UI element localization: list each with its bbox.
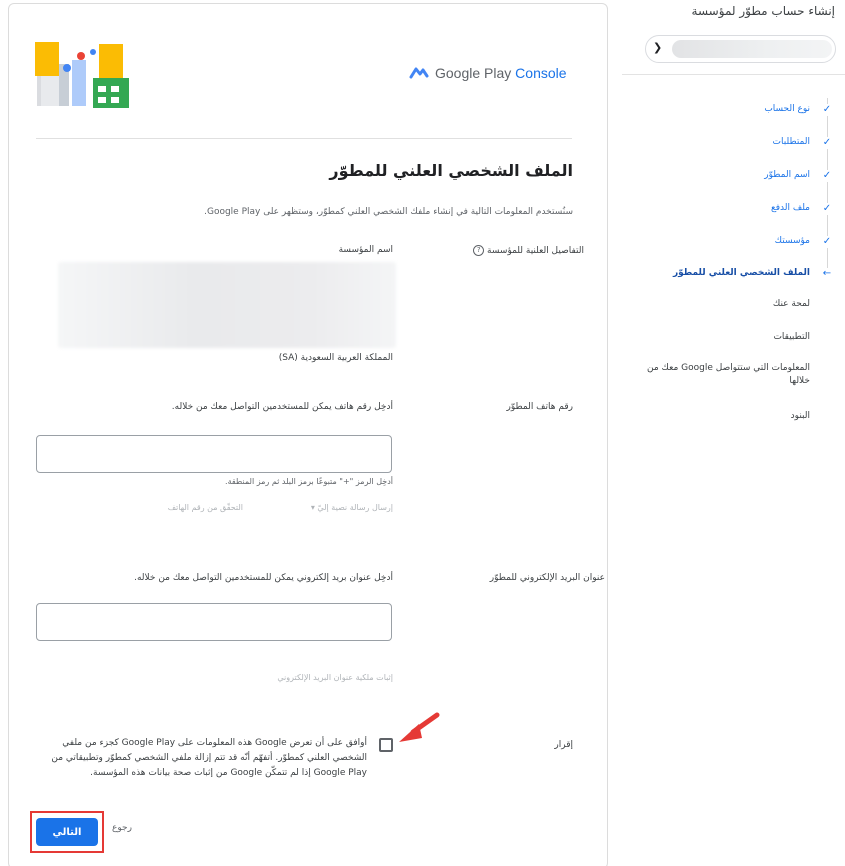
logo-text: Google Play Console bbox=[435, 65, 567, 81]
google-play-console-logo: Google Play Console bbox=[409, 63, 567, 83]
store-illustration bbox=[35, 42, 129, 108]
consent-text: أوافق على أن تعرض Google هذه المعلومات ع… bbox=[51, 738, 367, 778]
dropdown-arrow-icon: ▾ bbox=[310, 503, 315, 512]
intro-text: سنُستخدم المعلومات التالية في إنشاء ملفك… bbox=[204, 207, 573, 217]
logo-google-play: Google Play bbox=[435, 65, 512, 81]
account-select[interactable]: ❯ bbox=[645, 35, 836, 63]
back-button[interactable]: رجوع bbox=[112, 823, 132, 833]
help-icon[interactable]: ? bbox=[473, 245, 485, 256]
sidebar-step-6[interactable]: الملف الشخصي العلني للمطوّر bbox=[673, 267, 810, 280]
steps-connector bbox=[827, 98, 828, 278]
org-details-label: التفاصيل العلنية للمؤسسة ? bbox=[471, 245, 584, 256]
sidebar-divider bbox=[622, 74, 845, 75]
phone-description: أدخِل رقم هاتف يمكن للمستخدمين التواصل م… bbox=[171, 402, 393, 412]
header-divider bbox=[36, 138, 572, 139]
sidebar-step-9: المعلومات التي ستتواصل Google معك من خلا… bbox=[647, 363, 810, 386]
phone-hint: أدخِل الرمز "+" متبوعًا برمز البلد ثم رم… bbox=[225, 477, 393, 486]
org-name-redacted bbox=[58, 262, 396, 348]
check-icon: ✓ bbox=[822, 137, 832, 149]
consent-label: إقرار bbox=[554, 740, 573, 750]
next-button[interactable]: التالي bbox=[36, 818, 98, 846]
email-input[interactable] bbox=[36, 603, 392, 641]
chevron-down-icon: ❯ bbox=[653, 41, 663, 54]
send-sms-label: إرسال رسالة نصية إليّ bbox=[317, 503, 393, 512]
play-console-icon bbox=[409, 67, 429, 79]
verify-phone-link[interactable]: التحقّق من رقم الهاتف bbox=[168, 503, 243, 512]
email-description: أدخِل عنوان بريد إلكتروني يمكن للمستخدمي… bbox=[134, 573, 393, 583]
org-details-text: التفاصيل العلنية للمؤسسة bbox=[487, 246, 584, 256]
check-icon: ✓ bbox=[822, 236, 832, 248]
logo-console: Console bbox=[515, 65, 567, 81]
sidebar-step-2[interactable]: المتطلبات bbox=[773, 136, 810, 149]
consent-checkbox[interactable] bbox=[379, 738, 393, 752]
phone-section-label: رقم هاتف المطوّر bbox=[506, 402, 574, 412]
sidebar-step-5[interactable]: مؤسستك bbox=[775, 235, 810, 248]
country-value: المملكة العربية السعودية (SA) bbox=[278, 353, 393, 363]
page-title: الملف الشخصي العلني للمطوّر bbox=[329, 161, 573, 180]
sidebar-step-10: البنود bbox=[790, 411, 810, 421]
sidebar-title: إنشاء حساب مطوّر لمؤسسة bbox=[691, 4, 835, 18]
sidebar-step-3[interactable]: اسم المطوّر bbox=[764, 169, 810, 182]
annotation-arrow-icon bbox=[399, 712, 440, 742]
send-sms-option[interactable]: إرسال رسالة نصية إليّ ▾ bbox=[311, 503, 393, 512]
account-name-redacted bbox=[672, 40, 832, 58]
sidebar-step-4[interactable]: ملف الدفع bbox=[771, 202, 810, 215]
check-icon: ✓ bbox=[822, 203, 832, 215]
verify-email-link[interactable]: إثبات ملكية عنوان البريد الإلكتروني bbox=[277, 673, 393, 682]
email-section-label: عنوان البريد الإلكتروني للمطوّر bbox=[489, 573, 605, 583]
sidebar-step-1[interactable]: نوع الحساب bbox=[764, 103, 810, 116]
sidebar-step-7: لمحة عنك bbox=[772, 299, 810, 309]
check-icon: ✓ bbox=[822, 170, 832, 182]
arrow-left-icon: ← bbox=[822, 268, 832, 280]
org-name-label: اسم المؤسسة bbox=[338, 245, 393, 255]
sidebar-step-8: التطبيقات bbox=[773, 332, 810, 342]
check-icon: ✓ bbox=[822, 104, 832, 116]
phone-input[interactable] bbox=[36, 435, 392, 473]
